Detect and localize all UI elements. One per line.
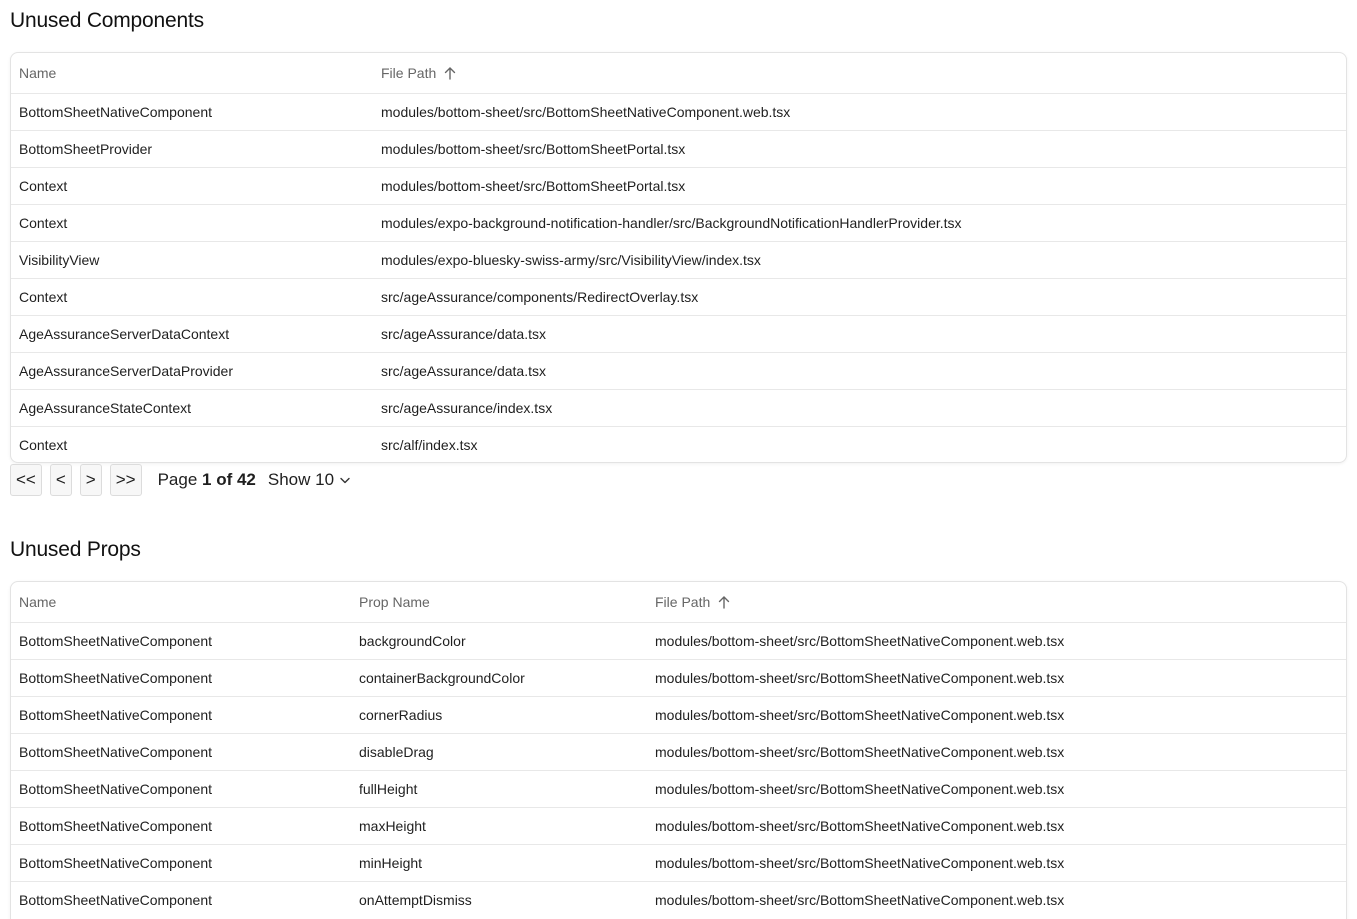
cell-name: BottomSheetNativeComponent <box>19 104 212 120</box>
cell-name: BottomSheetNativeComponent <box>19 892 212 908</box>
table-row[interactable]: BottomSheetProvider modules/bottom-sheet/… <box>11 130 1346 167</box>
cell-file-path: modules/bottom-sheet/src/BottomSheetNati… <box>655 855 1065 871</box>
page-indicator-count: 1 of 42 <box>202 470 256 489</box>
unused-components-title: Unused Components <box>10 9 204 32</box>
cell-name: BottomSheetNativeComponent <box>19 633 212 649</box>
table-row[interactable]: BottomSheetNativeComponent minHeight modul… <box>11 844 1346 881</box>
column-header-name[interactable]: Name <box>19 582 56 622</box>
cell-file-path: modules/bottom-sheet/src/BottomSheetNati… <box>655 670 1065 686</box>
cell-file-path: src/alf/index.tsx <box>381 437 478 453</box>
table-row[interactable]: Context modules/expo-background-notificat… <box>11 204 1346 241</box>
cell-name: VisibilityView <box>19 252 100 268</box>
column-header-file-path[interactable]: File Path <box>655 582 730 622</box>
table-row[interactable]: AgeAssuranceServerDataProvider src/ageAss… <box>11 352 1346 389</box>
cell-prop-name: maxHeight <box>359 818 426 834</box>
page-size-label: Show 10 <box>267 470 335 489</box>
cell-file-path: modules/bottom-sheet/src/BottomSheetPort… <box>381 178 686 194</box>
pagination: << < > >> Page 1 of 42 Show 10 <box>10 464 350 496</box>
cell-file-path: modules/bottom-sheet/src/BottomSheetNati… <box>655 633 1065 649</box>
cell-file-path: modules/expo-bluesky-swiss-army/src/Visi… <box>381 252 761 268</box>
cell-file-path: modules/bottom-sheet/src/BottomSheetNati… <box>655 707 1065 723</box>
cell-name: BottomSheetNativeComponent <box>19 818 212 834</box>
table-header: Name Prop Name File Path <box>11 582 1346 622</box>
cell-name: BottomSheetNativeComponent <box>19 707 212 723</box>
cell-file-path: modules/bottom-sheet/src/BottomSheetPort… <box>381 141 686 157</box>
table-row[interactable]: BottomSheetNativeComponent backgroundColo… <box>11 622 1346 659</box>
arrow-up-icon <box>444 66 456 80</box>
column-header-name[interactable]: Name <box>19 53 56 93</box>
cell-file-path: src/ageAssurance/data.tsx <box>381 326 546 342</box>
column-header-file-path-label: File Path <box>655 594 711 610</box>
cell-prop-name: cornerRadius <box>359 707 443 723</box>
first-page-button[interactable]: << <box>10 464 42 496</box>
cell-prop-name: onAttemptDismiss <box>359 892 472 908</box>
cell-file-path: modules/bottom-sheet/src/BottomSheetNati… <box>655 818 1065 834</box>
cell-prop-name: fullHeight <box>359 781 418 797</box>
cell-prop-name: minHeight <box>359 855 423 871</box>
table-header: Name File Path <box>11 53 1346 93</box>
cell-name: Context <box>19 215 68 231</box>
chevron-down-icon <box>340 477 350 484</box>
column-header-file-path[interactable]: File Path <box>381 53 456 93</box>
table-row[interactable]: BottomSheetNativeComponent containerBackg… <box>11 659 1346 696</box>
unused-props-title: Unused Props <box>10 538 141 561</box>
cell-name: BottomSheetNativeComponent <box>19 670 212 686</box>
table-row[interactable]: BottomSheetNativeComponent maxHeight modul… <box>11 807 1346 844</box>
cell-name: BottomSheetProvider <box>19 141 153 157</box>
table-row[interactable]: BottomSheetNativeComponent onAttemptDismi… <box>11 881 1346 918</box>
cell-name: Context <box>19 178 68 194</box>
cell-name: BottomSheetNativeComponent <box>19 744 212 760</box>
table-row[interactable]: BottomSheetNativeComponent disableDrag mod… <box>11 733 1346 770</box>
table-row[interactable]: AgeAssuranceServerDataContext src/ageAssu… <box>11 315 1346 352</box>
table-row[interactable]: Context src/ageAssurance/components/Redir… <box>11 278 1346 315</box>
cell-file-path: src/ageAssurance/index.tsx <box>381 400 553 416</box>
cell-name: AgeAssuranceServerDataProvider <box>19 363 233 379</box>
cell-file-path: src/ageAssurance/data.tsx <box>381 363 546 379</box>
cell-prop-name: disableDrag <box>359 744 434 760</box>
table-row[interactable]: VisibilityView modules/expo-bluesky-swiss… <box>11 241 1346 278</box>
cell-prop-name: containerBackgroundColor <box>359 670 525 686</box>
cell-file-path: modules/bottom-sheet/src/BottomSheetNati… <box>655 781 1065 797</box>
next-page-button[interactable]: > <box>79 464 102 496</box>
cell-file-path: modules/expo-background-notification-han… <box>381 215 962 231</box>
cell-file-path: modules/bottom-sheet/src/BottomSheetNati… <box>655 892 1065 908</box>
table-row[interactable]: Context src/alf/index.tsx <box>11 426 1346 462</box>
last-page-button[interactable]: >> <box>109 464 142 496</box>
cell-prop-name: backgroundColor <box>359 633 466 649</box>
cell-file-path: src/ageAssurance/components/RedirectOver… <box>381 289 699 305</box>
unused-components-table: Name File Path BottomSheetNativeComponen… <box>10 52 1347 463</box>
cell-name: AgeAssuranceStateContext <box>19 400 191 416</box>
cell-name: Context <box>19 437 68 453</box>
cell-file-path: modules/bottom-sheet/src/BottomSheetNati… <box>381 104 791 120</box>
cell-name: BottomSheetNativeComponent <box>19 855 212 871</box>
column-header-file-path-label: File Path <box>381 65 437 81</box>
table-row[interactable]: Context modules/bottom-sheet/src/BottomSh… <box>11 167 1346 204</box>
unused-props-table: Name Prop Name File Path BottomSheetNati… <box>10 581 1347 919</box>
table-row[interactable]: BottomSheetNativeComponent cornerRadius mo… <box>11 696 1346 733</box>
table-row[interactable]: BottomSheetNativeComponent modules/bottom… <box>11 93 1346 130</box>
table-row[interactable]: AgeAssuranceStateContext src/ageAssurance… <box>11 389 1346 426</box>
cell-file-path: modules/bottom-sheet/src/BottomSheetNati… <box>655 744 1065 760</box>
column-header-prop-name[interactable]: Prop Name <box>359 582 430 622</box>
table-row[interactable]: BottomSheetNativeComponent fullHeight modu… <box>11 770 1346 807</box>
page-indicator-prefix: Page <box>157 470 198 489</box>
page-indicator: Page 1 of 42 <box>158 470 256 490</box>
cell-name: AgeAssuranceServerDataContext <box>19 326 230 342</box>
previous-page-button[interactable]: < <box>49 464 72 496</box>
cell-name: Context <box>19 289 68 305</box>
page-size-select[interactable]: Show 10 <box>268 470 350 490</box>
cell-name: BottomSheetNativeComponent <box>19 781 212 797</box>
arrow-up-icon <box>718 595 730 609</box>
